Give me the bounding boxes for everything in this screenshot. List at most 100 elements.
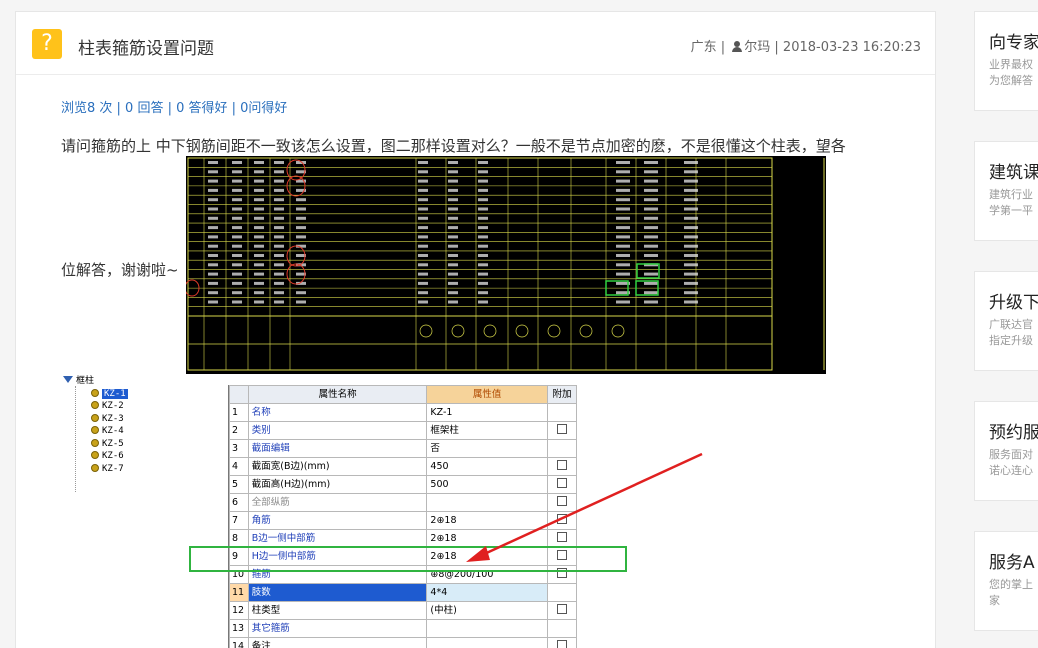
property-name-text: 名称 <box>251 406 271 418</box>
tree-item-label: KZ-7 <box>102 463 124 474</box>
sidebar-desc-line: 为您解答 <box>989 74 1033 87</box>
sidebar-desc-line: 业界最权 <box>989 58 1033 71</box>
tree-item[interactable]: KZ-2 <box>55 400 215 413</box>
property-name[interactable]: 截面宽(B边)(mm) <box>247 457 428 476</box>
sidebar-card-desc: 您的掌上家 <box>989 577 1033 609</box>
property-name[interactable]: 名称 <box>247 403 428 422</box>
sidebar-desc-line: 建筑行业 <box>989 188 1033 201</box>
tree-root-label: 框柱 <box>76 376 95 386</box>
sidebar-card-title: 建筑课 <box>989 163 1038 183</box>
property-name-text: B边一侧中部筋 <box>251 532 316 544</box>
tree-item[interactable]: KZ-7 <box>55 463 215 476</box>
column-icon <box>91 438 99 447</box>
grid-header-num <box>229 385 249 404</box>
row-number: 13 <box>229 619 249 638</box>
property-value[interactable]: 框架柱 <box>426 421 548 440</box>
grid-header-name: 属性名称 <box>247 385 428 404</box>
row-number: 1 <box>229 403 249 422</box>
grid-header-add: 附加 <box>546 385 578 404</box>
cad-column-table-image <box>186 156 826 374</box>
grid-row[interactable]: 12 柱类型 (中柱) <box>229 601 578 620</box>
red-arrow-annotation <box>466 452 703 562</box>
property-name[interactable]: 肢数 <box>247 583 428 602</box>
grid-row[interactable]: 13 其它箍筋 <box>229 619 578 638</box>
attach-cell <box>546 637 578 648</box>
property-name[interactable]: 全部纵筋 <box>247 493 428 512</box>
meta-time: 2018-03-23 16:20:23 <box>782 40 921 55</box>
attach-checkbox[interactable] <box>556 423 567 434</box>
row-number: 2 <box>229 421 249 440</box>
property-name[interactable]: 截面高(H边)(mm) <box>247 475 428 494</box>
property-value[interactable] <box>426 619 548 638</box>
property-name-text: 截面宽(B边)(mm) <box>251 460 330 472</box>
question-header: ? 柱表箍筋设置问题 广东 | 尔玛 | 2018-03-23 16:20:23 <box>16 12 935 75</box>
sidebar-card[interactable]: 向专家 业界最权 为您解答 <box>974 11 1038 111</box>
sidebar-desc-line: 学第一平 <box>989 204 1033 217</box>
property-name[interactable]: 柱类型 <box>247 601 428 620</box>
question-mark-icon: ? <box>32 29 62 59</box>
grid-header-value: 属性值 <box>426 385 548 404</box>
property-name-text: 全部纵筋 <box>251 496 290 508</box>
row-number: 12 <box>229 601 249 620</box>
attach-checkbox[interactable] <box>556 603 567 614</box>
property-name-text: 柱类型 <box>251 604 281 616</box>
tree-item-label: KZ-4 <box>102 426 124 436</box>
attach-cell <box>546 583 578 602</box>
question-title: 柱表箍筋设置问题 <box>78 39 214 59</box>
attach-cell <box>546 403 578 422</box>
sidebar-card[interactable]: 预约服 服务面对 诺心连心 <box>974 401 1038 501</box>
row-number: 5 <box>229 475 249 494</box>
property-value[interactable]: 4*4 <box>426 583 548 602</box>
property-name[interactable]: 角筋 <box>247 511 428 530</box>
property-name-text: 类别 <box>251 424 271 436</box>
tree-item[interactable]: KZ-4 <box>55 425 215 438</box>
attach-cell <box>546 421 578 440</box>
property-value[interactable]: KZ-1 <box>426 403 548 422</box>
property-name[interactable]: 备注 <box>247 637 428 648</box>
tree-item-label: KZ-3 <box>102 413 124 424</box>
user-icon <box>732 41 743 52</box>
sidebar-card[interactable]: 升级下广联达官 指定升级 <box>974 271 1038 371</box>
sidebar-card[interactable]: 建筑课建筑行业学第一平 <box>974 141 1038 241</box>
sidebar-card-desc: 业界最权 为您解答 <box>989 57 1033 89</box>
tree-item[interactable]: KZ-5 <box>55 438 215 451</box>
meta-user[interactable]: 尔玛 <box>744 40 770 55</box>
property-name-text: 其它箍筋 <box>251 622 290 634</box>
tree-item-label: KZ-1 <box>102 388 128 399</box>
frame-column-icon <box>63 376 73 383</box>
tree-item-label: KZ-2 <box>102 401 124 411</box>
property-name[interactable]: 类别 <box>247 421 428 440</box>
sidebar-card-title: 升级下 <box>989 293 1038 313</box>
sidebar-card[interactable]: 服务A 您的掌上家 <box>974 531 1038 631</box>
column-icon <box>91 401 99 409</box>
property-name-text: 角筋 <box>251 514 271 526</box>
grid-row[interactable]: 11 肢数 4*4 <box>229 583 578 602</box>
property-name[interactable]: 截面编辑 <box>247 439 428 458</box>
sidebar-card-title: 预约服 <box>989 423 1038 443</box>
attach-checkbox[interactable] <box>556 639 567 648</box>
property-value[interactable] <box>426 637 548 648</box>
row-number: 11 <box>229 583 249 602</box>
grid-row[interactable]: 2 类别 框架柱 <box>229 421 578 440</box>
tree-item[interactable]: KZ-1 <box>55 388 215 401</box>
sidebar-card-desc: 广联达官 指定升级 <box>989 317 1033 349</box>
question-stats: 浏览8 次 | 0 回答 | 0 答得好 | 0问得好 <box>61 101 288 116</box>
column-icon <box>91 463 99 472</box>
property-name-text: 肢数 <box>251 586 271 598</box>
sidebar-card-title: 服务A <box>989 553 1035 573</box>
column-icon <box>91 388 99 397</box>
row-number: 8 <box>229 529 249 548</box>
sidebar-desc-line: 广联达官 <box>989 318 1033 331</box>
property-name-text: 截面高(H边)(mm) <box>251 478 331 490</box>
column-icon <box>91 451 99 459</box>
question-body-line2: 位解答，谢谢啦~ <box>61 261 179 279</box>
row-number: 6 <box>229 493 249 512</box>
grid-row[interactable]: 1 名称 KZ-1 <box>229 403 578 422</box>
property-name[interactable]: B边一侧中部筋 <box>247 529 428 548</box>
tree-item[interactable]: KZ-6 <box>55 450 215 463</box>
property-value[interactable]: (中柱) <box>426 601 548 620</box>
tree-item[interactable]: KZ-3 <box>55 413 215 426</box>
grid-row[interactable]: 14 备注 <box>229 637 578 648</box>
property-name[interactable]: 其它箍筋 <box>247 619 428 638</box>
sidebar-desc-line: 服务面对 <box>989 448 1033 461</box>
